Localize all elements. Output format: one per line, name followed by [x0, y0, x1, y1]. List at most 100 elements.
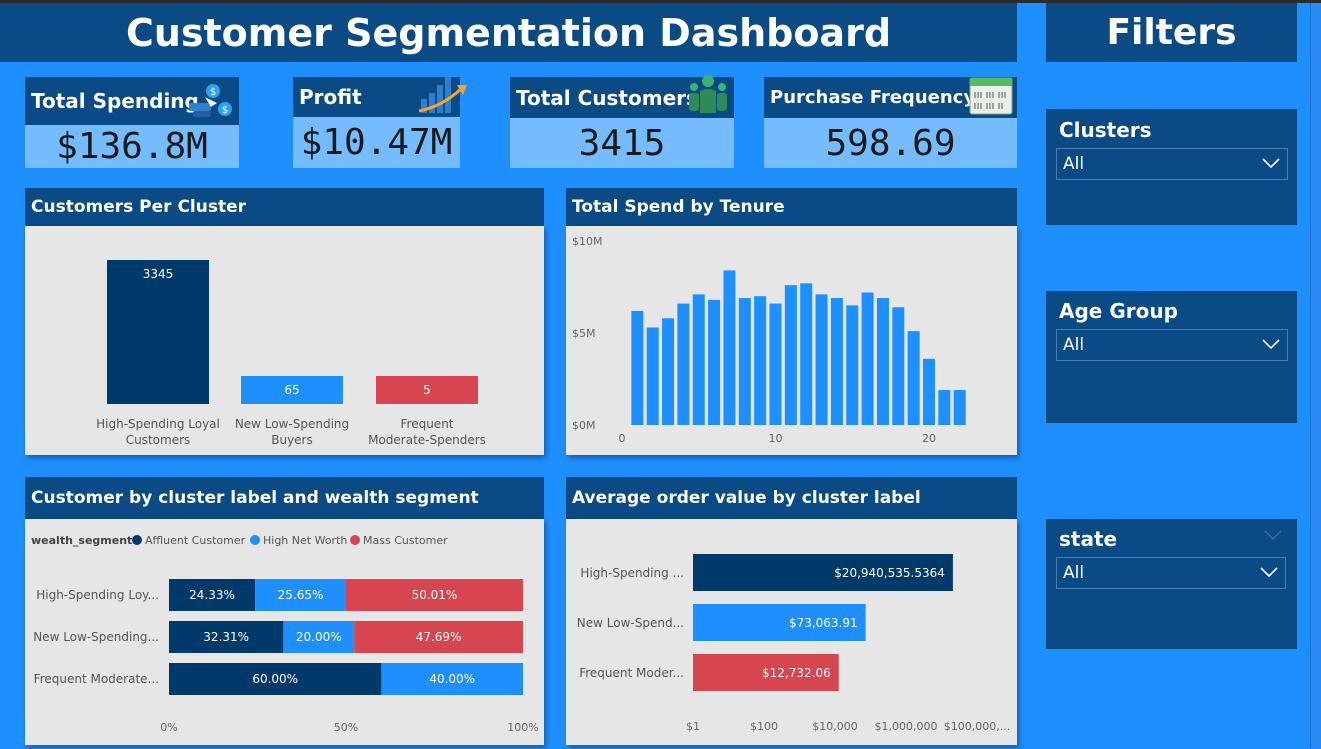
kpi-purchase-frequency: Purchase Frequency 598.69 — [764, 77, 1017, 168]
x-tick-label: 20 — [922, 432, 936, 445]
bar — [631, 310, 644, 425]
legend-label: Mass Customer — [363, 534, 448, 547]
panel-title-wealth-segment: Customer by cluster label and wealth seg… — [25, 477, 544, 519]
chart-customers-per-cluster: 3345 High-Spending Loyal Customers 65 New Lo… — [25, 226, 544, 455]
bar — [738, 298, 751, 425]
panel-title-spend-by-tenure: Total Spend by Tenure — [566, 188, 1017, 226]
category-label: New Low-Spending — [235, 417, 349, 431]
age-group-dropdown[interactable]: All — [1056, 329, 1288, 361]
bar — [892, 307, 905, 425]
bar — [907, 331, 920, 425]
data-label: 50.01% — [412, 588, 458, 602]
kpi-value: 3415 — [510, 118, 734, 168]
growth-chart-icon — [417, 73, 469, 119]
bar — [708, 299, 721, 425]
category-label: Frequent Moder... — [579, 666, 684, 680]
data-label: $73,063.91 — [789, 616, 858, 630]
collapse-chevron-icon[interactable] — [1263, 527, 1283, 546]
filters-title: Filters — [1046, 3, 1297, 62]
calendar-icon — [969, 76, 1013, 120]
bar — [815, 294, 828, 425]
x-tick-label: $1 — [686, 720, 700, 733]
bar — [646, 327, 659, 425]
x-tick-label: 10 — [769, 432, 783, 445]
data-label: 5 — [423, 383, 431, 397]
svg-text:$: $ — [222, 105, 228, 116]
filter-age-group: Age Group All — [1046, 291, 1297, 423]
bar — [800, 283, 813, 425]
bar — [830, 298, 843, 425]
kpi-value: 598.69 — [764, 118, 1017, 168]
x-tick-label: $1,000,000 — [875, 720, 938, 733]
filter-label: state — [1059, 527, 1118, 551]
bar — [692, 294, 705, 425]
bar — [938, 390, 951, 425]
bar — [662, 318, 675, 425]
filter-label: Age Group — [1059, 299, 1178, 323]
data-label: 32.31% — [203, 630, 249, 644]
data-label: $12,732.06 — [762, 666, 831, 680]
people-icon — [686, 73, 730, 121]
filter-clusters: Clusters All — [1046, 109, 1297, 225]
chevron-down-icon — [1261, 155, 1281, 176]
x-tick-label: $100,000,... — [944, 720, 1010, 733]
filter-state: state All — [1046, 519, 1297, 649]
svg-text:$: $ — [210, 87, 216, 98]
data-label: 3345 — [143, 267, 174, 281]
category-label: New Low-Spending... — [33, 630, 159, 644]
bar — [923, 358, 935, 425]
bar — [784, 285, 797, 425]
data-label: 47.69% — [416, 630, 462, 644]
bar — [769, 303, 782, 425]
bar — [723, 270, 736, 425]
x-tick-label: $10,000 — [812, 720, 858, 733]
category-label: High-Spending ... — [580, 566, 684, 580]
category-label: New Low-Spend... — [577, 616, 684, 630]
legend-title: wealth_segment — [31, 534, 132, 547]
panel-title-customers-per-cluster: Customers Per Cluster — [25, 188, 544, 226]
x-tick-label: 50% — [334, 721, 358, 734]
dropdown-value: All — [1063, 563, 1085, 583]
category-label: Frequent — [401, 417, 454, 431]
y-tick-label: $0M — [572, 419, 596, 432]
x-tick-label: 0 — [619, 432, 626, 445]
wealth-segment-svg: wealth_segment Affluent Customer High Net … — [31, 534, 539, 734]
category-label: Customers — [126, 433, 191, 447]
scrollbar[interactable] — [1310, 3, 1321, 748]
y-tick-label: $5M — [572, 327, 596, 340]
legend-marker — [350, 535, 360, 545]
data-label: 25.65% — [278, 588, 324, 602]
x-tick-label: 0% — [160, 721, 177, 734]
bar — [846, 305, 859, 425]
kpi-value: $10.47M — [293, 117, 460, 168]
chart-spend-by-tenure: $0M $5M $10M 0 10 20 — [566, 226, 1017, 455]
state-dropdown[interactable]: All — [1056, 557, 1286, 589]
category-label: Buyers — [271, 433, 313, 447]
data-label: 40.00% — [429, 672, 475, 686]
money-hand-icon: $ $ — [187, 81, 235, 125]
x-tick-label: $100 — [750, 720, 778, 733]
data-label: 24.33% — [189, 588, 235, 602]
dashboard-title: Customer Segmentation Dashboard — [0, 3, 1017, 62]
dropdown-value: All — [1063, 154, 1085, 174]
data-label: 60.00% — [252, 672, 298, 686]
category-label: Frequent Moderate... — [34, 672, 159, 686]
kpi-total-customers: Total Customers 3415 — [510, 75, 734, 168]
chart-avg-order-value: High-Spending ... $20,940,535.5364 New Low… — [566, 519, 1017, 745]
bar — [953, 390, 966, 425]
data-label: 20.00% — [296, 630, 342, 644]
category-label: High-Spending Loy... — [36, 588, 159, 602]
chevron-down-icon — [1261, 336, 1281, 357]
clusters-dropdown[interactable]: All — [1056, 148, 1288, 180]
customers-per-cluster-svg: 3345 High-Spending Loyal Customers 65 New Lo… — [96, 260, 486, 447]
bar — [754, 296, 767, 425]
bar — [677, 303, 690, 425]
chevron-down-icon — [1259, 564, 1279, 585]
bar — [107, 260, 209, 404]
x-tick-label: 100% — [507, 721, 538, 734]
spend-by-tenure-svg: $0M $5M $10M 0 10 20 — [572, 235, 966, 445]
bar — [861, 292, 874, 425]
panel-title-avg-order-value: Average order value by cluster label — [566, 477, 1017, 519]
legend-marker — [250, 535, 260, 545]
dropdown-value: All — [1063, 335, 1085, 355]
